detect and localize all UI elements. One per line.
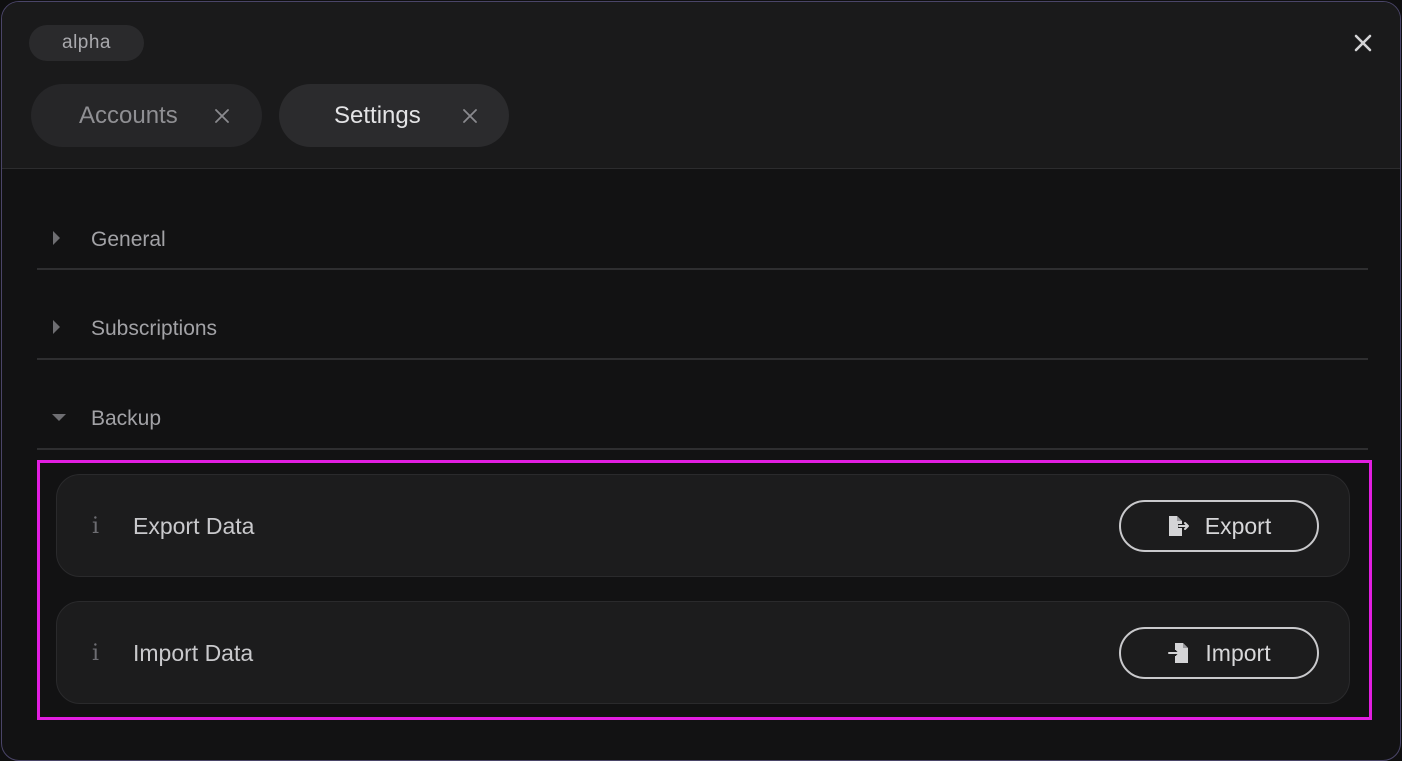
close-icon bbox=[463, 108, 477, 123]
tab-settings-label: Settings bbox=[334, 101, 421, 129]
tab-accounts-label: Accounts bbox=[79, 101, 178, 129]
settings-window: alpha Accounts Settings General Subscrip… bbox=[1, 1, 1401, 761]
section-backup-label: Backup bbox=[91, 407, 162, 430]
profile-chip[interactable]: alpha bbox=[29, 25, 144, 61]
window-header: alpha Accounts Settings bbox=[2, 2, 1400, 169]
section-general[interactable]: General bbox=[37, 210, 1368, 270]
close-window-button[interactable] bbox=[1350, 30, 1376, 56]
section-general-label: General bbox=[91, 228, 166, 251]
close-icon bbox=[1354, 34, 1372, 52]
tab-accounts[interactable]: Accounts bbox=[31, 84, 262, 147]
close-icon bbox=[215, 108, 229, 123]
section-subscriptions-label: Subscriptions bbox=[91, 317, 218, 340]
tab-settings[interactable]: Settings bbox=[279, 84, 509, 147]
section-subscriptions[interactable]: Subscriptions bbox=[37, 300, 1368, 360]
tab-accounts-close-button[interactable] bbox=[213, 107, 231, 125]
section-backup[interactable]: Backup bbox=[37, 390, 1368, 450]
chevron-right-icon bbox=[53, 231, 60, 245]
tab-settings-close-button[interactable] bbox=[461, 107, 479, 125]
chevron-down-icon bbox=[52, 414, 66, 421]
profile-name: alpha bbox=[62, 32, 111, 53]
chevron-right-icon bbox=[53, 320, 60, 334]
highlight-box bbox=[37, 460, 1372, 720]
